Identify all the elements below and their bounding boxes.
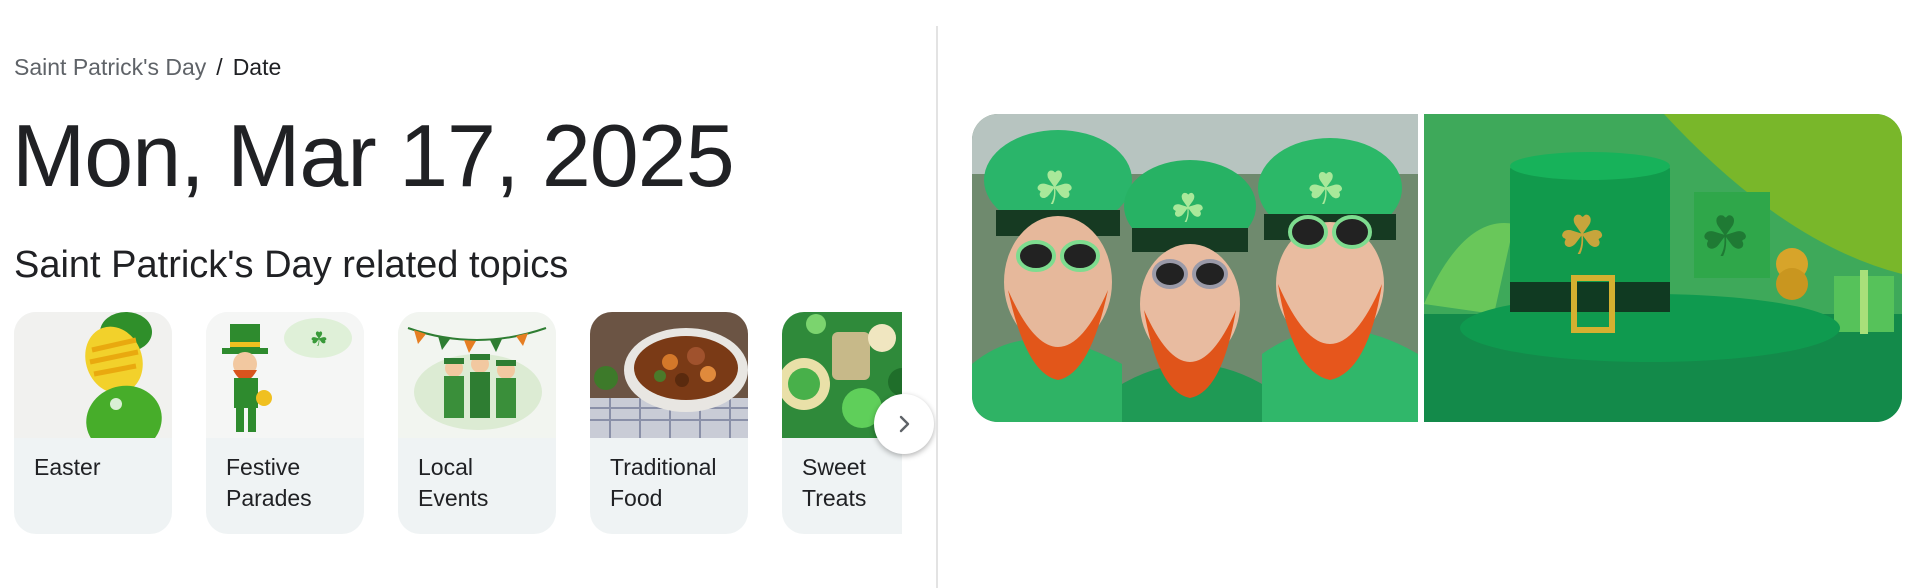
related-topics-heading: Saint Patrick's Day related topics	[14, 244, 569, 286]
easter-eggs-image	[14, 312, 172, 438]
topic-card-local-events[interactable]: Local Events	[398, 312, 556, 534]
svg-text:☘: ☘	[1170, 186, 1206, 232]
svg-text:☘: ☘	[1700, 205, 1750, 270]
page-title: Mon, Mar 17, 2025	[12, 106, 735, 205]
related-topics-carousel: Easter ☘ Festive Parades Local Events Tr…	[14, 312, 902, 536]
topic-card-easter[interactable]: Easter	[14, 312, 172, 534]
topic-card-label: Traditional Food	[610, 454, 717, 511]
carousel-next-button[interactable]	[874, 394, 934, 454]
svg-text:☘: ☘	[1558, 204, 1606, 267]
svg-text:☘: ☘	[310, 327, 328, 351]
breadcrumb-current: Date	[232, 54, 282, 80]
topic-card-label: Local Events	[418, 454, 489, 511]
topic-card-festive-parades[interactable]: ☘ Festive Parades	[206, 312, 364, 534]
breadcrumb-separator: /	[216, 54, 223, 80]
breadcrumb-parent-link[interactable]: Saint Patrick's Day	[14, 54, 206, 81]
celebration-group-image	[398, 312, 556, 438]
leprechaun-costume-crowd-image[interactable]: ☘ ☘ ☘	[972, 114, 1418, 422]
topic-card-label: Easter	[34, 454, 101, 480]
leprechaun-image: ☘	[206, 312, 364, 438]
section-divider	[936, 26, 938, 588]
green-top-hat-image[interactable]: ☘ ☘	[1424, 114, 1902, 422]
topic-card-traditional-food[interactable]: Traditional Food	[590, 312, 748, 534]
svg-text:☘: ☘	[1306, 164, 1345, 215]
svg-text:☘: ☘	[1034, 161, 1075, 215]
chevron-right-icon	[899, 415, 910, 433]
topic-card-label: Sweet Treats	[802, 454, 867, 511]
image-gallery: ☘ ☘ ☘ ☘ ☘	[972, 114, 1902, 422]
topic-card-label: Festive Parades	[226, 454, 312, 511]
breadcrumb: Saint Patrick's Day / Date	[14, 54, 281, 81]
irish-stew-image	[590, 312, 748, 438]
